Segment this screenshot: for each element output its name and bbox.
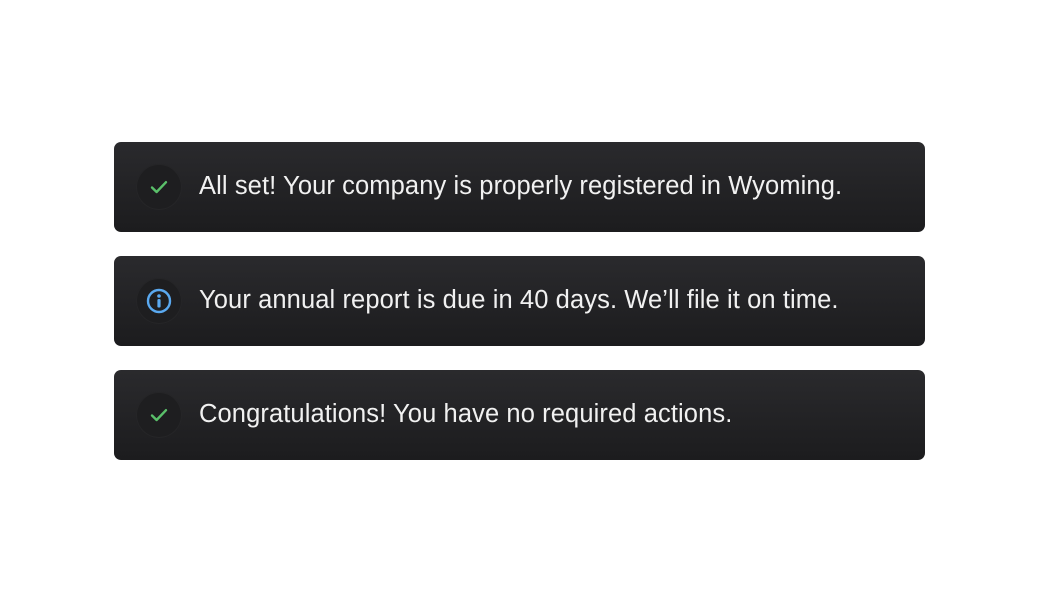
notice-annual-report: Your annual report is due in 40 days. We… [114, 256, 925, 346]
notice-list: All set! Your company is properly regist… [114, 142, 925, 460]
notice-text: Your annual report is due in 40 days. We… [199, 286, 839, 315]
notice-text: All set! Your company is properly regist… [199, 172, 843, 201]
notice-text: Congratulations! You have no required ac… [199, 400, 733, 429]
check-icon [136, 392, 182, 438]
check-icon [136, 164, 182, 210]
info-icon [136, 278, 182, 324]
notice-registration-status: All set! Your company is properly regist… [114, 142, 925, 232]
notice-required-actions: Congratulations! You have no required ac… [114, 370, 925, 460]
